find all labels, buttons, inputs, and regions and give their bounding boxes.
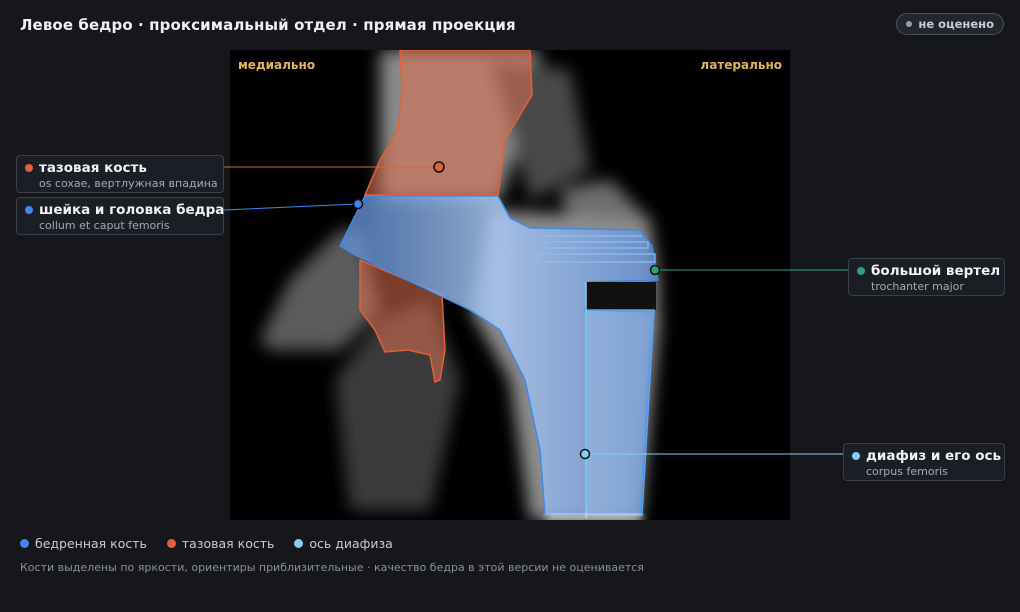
callout-title: большой вертел (871, 263, 1001, 279)
bottom-edge (546, 514, 642, 520)
legend-label: тазовая кость (181, 536, 275, 551)
pelvis-legend-dot-icon (166, 539, 176, 548)
callout-shaft[interactable]: диафиз и его ось corpus femoris (843, 443, 1005, 481)
legend: бедренная кость тазовая кость ось диафиз… (20, 536, 393, 551)
status-dot-icon (906, 21, 913, 27)
axis-dot-icon (294, 539, 304, 548)
femur-dot-icon (20, 539, 29, 548)
status-badge: не оценено (896, 13, 1004, 35)
xray-image (260, 50, 660, 520)
legend-item-shaft-axis: ось диафиза (294, 536, 393, 551)
legend-label: ось диафиза (309, 536, 393, 551)
callout-neck[interactable]: шейка и головка бедра collum et caput fe… (16, 197, 224, 235)
status-badge-label: не оценено (918, 17, 994, 31)
neck-dot-icon (25, 206, 33, 214)
shaft-box (585, 309, 655, 516)
callout-subtitle: corpus femoris (866, 465, 948, 478)
shaft-dot-icon (852, 452, 860, 460)
gap-shade (586, 282, 656, 310)
callout-trochanter[interactable]: большой вертел trochanter major (848, 258, 1005, 296)
footnote: Кости выделены по яркости, ориентиры при… (20, 561, 644, 574)
callout-pelvis[interactable]: тазовая кость os coxae, вертлужная впади… (16, 155, 224, 193)
pelvis-dot-icon (25, 164, 33, 172)
orientation-medial: медиально (238, 58, 316, 72)
callout-subtitle: collum et caput femoris (39, 219, 170, 232)
legend-item-femur: бедренная кость (20, 536, 147, 551)
page-title: Левое бедро · проксимальный отдел · прям… (20, 16, 516, 34)
callout-subtitle: trochanter major (871, 280, 964, 293)
xray-viewer[interactable]: медиально латерально (230, 50, 790, 520)
orientation-lateral: латерально (700, 58, 782, 72)
callout-title: тазовая кость (39, 160, 147, 176)
trochanter-dot-icon (857, 267, 865, 275)
legend-label: бедренная кость (35, 536, 147, 551)
callout-title: шейка и головка бедра (39, 202, 225, 218)
callout-title: диафиз и его ось (866, 448, 1002, 464)
callout-subtitle: os coxae, вертлужная впадина (39, 177, 218, 190)
legend-item-pelvis: тазовая кость (166, 536, 275, 551)
